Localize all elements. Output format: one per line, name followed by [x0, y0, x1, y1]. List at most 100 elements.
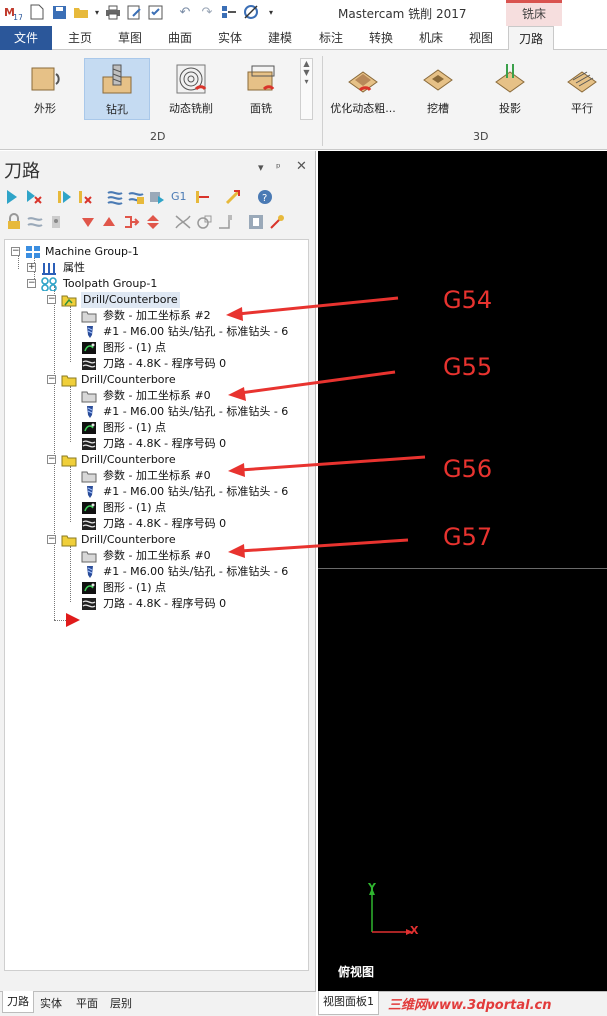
- parallel-label: 平行: [571, 102, 593, 115]
- project-button[interactable]: 投影: [477, 58, 543, 120]
- tree-geometry[interactable]: 图形 - (1) 点: [81, 420, 231, 436]
- tab-solids[interactable]: 实体: [210, 26, 250, 50]
- tree-params[interactable]: 参数 - 加工坐标系 #0: [81, 388, 291, 404]
- tree-tool[interactable]: #1 - M6.00 钻头/钻孔 - 标准钻头 - 6: [81, 564, 301, 580]
- save-icon[interactable]: [50, 3, 68, 21]
- tree-toolpath[interactable]: 刀路 - 4.8K - 程序号码 0: [81, 516, 281, 532]
- collapse-toggle[interactable]: −: [27, 279, 36, 288]
- face-mill-button[interactable]: 面铣: [228, 58, 294, 120]
- dynamic-mill-button[interactable]: 动态铣削: [158, 58, 224, 120]
- tree-toolpath-group[interactable]: − Toolpath Group-1: [27, 276, 227, 292]
- help-icon[interactable]: ?: [256, 188, 274, 206]
- move-down-icon[interactable]: [79, 213, 97, 231]
- tool-manager-icon[interactable]: [247, 213, 265, 231]
- tab-toolpaths[interactable]: 刀路: [508, 26, 554, 51]
- new-file-icon[interactable]: [28, 3, 46, 21]
- tree-toolpath[interactable]: 刀路 - 4.8K - 程序号码 0: [81, 356, 281, 372]
- toggle-display-icon[interactable]: [26, 213, 44, 231]
- tree-geometry[interactable]: 图形 - (1) 点: [81, 580, 231, 596]
- tree-params[interactable]: 参数 - 加工坐标系 #0: [81, 548, 291, 564]
- tab-view[interactable]: 视图: [461, 26, 501, 50]
- customize-qat-icon[interactable]: ▾: [262, 3, 280, 21]
- tab-transform[interactable]: 转换: [361, 26, 401, 50]
- undo-icon[interactable]: ↶: [176, 3, 194, 21]
- panel-tab-toolpaths[interactable]: 刀路: [2, 991, 34, 1013]
- select-all-operations-icon[interactable]: [5, 188, 23, 206]
- redo-icon[interactable]: ↷: [198, 3, 216, 21]
- parallel-button[interactable]: 平行: [549, 58, 607, 120]
- tree-params[interactable]: 参数 - 加工坐标系 #2: [81, 308, 291, 324]
- tree-operation-3[interactable]: − Drill/Counterbore: [47, 452, 247, 468]
- optimized-rough-label: 优化动态粗...: [330, 102, 396, 115]
- tree-tool[interactable]: #1 - M6.00 钻头/钻孔 - 标准钻头 - 6: [81, 404, 301, 420]
- window-title: Mastercam 铣削 2017: [338, 7, 467, 21]
- optimized-rough-button[interactable]: 优化动态粗...: [330, 58, 396, 120]
- tree-operation-1[interactable]: − Drill/Counterbore: [47, 292, 247, 308]
- contour-button[interactable]: 外形: [12, 58, 78, 120]
- regenerate-dirty-icon[interactable]: [76, 188, 94, 206]
- tree-operation-4[interactable]: − Drill/Counterbore: [47, 532, 247, 548]
- tab-model-prep[interactable]: 建模: [260, 26, 300, 50]
- hide-entities-icon[interactable]: [242, 3, 260, 21]
- drill-button[interactable]: 钻孔: [84, 58, 150, 120]
- settings-icon[interactable]: [268, 213, 286, 231]
- g1-post-icon[interactable]: G1: [171, 188, 189, 206]
- toggle-post-icon[interactable]: [48, 213, 66, 231]
- tab-home[interactable]: 主页: [60, 26, 100, 50]
- insert-arrow-marker-icon[interactable]: [65, 612, 81, 628]
- tree-operation-2[interactable]: − Drill/Counterbore: [47, 372, 247, 388]
- tree-toolpath[interactable]: 刀路 - 4.8K - 程序号码 0: [81, 596, 281, 612]
- axis-x-label: X: [410, 924, 419, 937]
- highspeed-icon[interactable]: [224, 188, 242, 206]
- move-up-icon[interactable]: [100, 213, 118, 231]
- tree-toolpath[interactable]: 刀路 - 4.8K - 程序号码 0: [81, 436, 281, 452]
- panel-menu-dropdown-icon[interactable]: ▾: [258, 161, 264, 174]
- tab-file[interactable]: 文件: [0, 26, 52, 50]
- toggle-toolpath-display-icon[interactable]: [174, 213, 192, 231]
- contour-icon: [28, 62, 62, 96]
- close-icon[interactable]: ✕: [296, 159, 307, 174]
- tree-machine-group[interactable]: − Machine Group-1: [11, 244, 211, 260]
- show-tool-icon[interactable]: [216, 213, 234, 231]
- expand-toggle[interactable]: +: [27, 263, 36, 272]
- deselect-all-icon[interactable]: [25, 188, 43, 206]
- tree-tool[interactable]: #1 - M6.00 钻头/钻孔 - 标准钻头 - 6: [81, 484, 301, 500]
- panel-tab-levels[interactable]: 层别: [110, 995, 132, 1011]
- post-selected-icon[interactable]: [193, 188, 211, 206]
- collapse-toggle[interactable]: −: [47, 455, 56, 464]
- panel-tab-planes[interactable]: 平面: [76, 995, 98, 1011]
- regenerate-all-icon[interactable]: [55, 188, 73, 206]
- collapse-toggle[interactable]: −: [47, 295, 56, 304]
- graphics-viewport[interactable]: Y X 俯视图: [318, 151, 607, 991]
- collapse-toggle[interactable]: −: [47, 535, 56, 544]
- tab-sketch[interactable]: 草图: [110, 26, 150, 50]
- backplot-icon[interactable]: [127, 188, 145, 206]
- tree-geometry[interactable]: 图形 - (1) 点: [81, 340, 231, 356]
- verify-selected-icon[interactable]: [106, 188, 124, 206]
- collapse-toggle[interactable]: −: [47, 375, 56, 384]
- show-stock-icon[interactable]: [195, 213, 213, 231]
- edit-document-icon[interactable]: [125, 3, 143, 21]
- simulate-icon[interactable]: [148, 188, 166, 206]
- collapse-toggle[interactable]: −: [11, 247, 20, 256]
- viewsheet-tab[interactable]: 视图面板1: [318, 991, 379, 1015]
- checklist-icon[interactable]: [146, 3, 164, 21]
- pin-icon[interactable]: ᵖ: [276, 161, 281, 174]
- tab-machine[interactable]: 机床: [411, 26, 451, 50]
- print-icon[interactable]: [104, 3, 122, 21]
- pocket-3d-button[interactable]: 挖槽: [405, 58, 471, 120]
- tree-tool[interactable]: #1 - M6.00 钻头/钻孔 - 标准钻头 - 6: [81, 324, 301, 340]
- tab-surfaces[interactable]: 曲面: [160, 26, 200, 50]
- insert-after-icon[interactable]: [122, 213, 140, 231]
- tree-properties[interactable]: + 属性: [27, 260, 127, 276]
- tree-params[interactable]: 参数 - 加工坐标系 #0: [81, 468, 291, 484]
- lock-icon[interactable]: [5, 213, 23, 231]
- gallery-scroll[interactable]: ▲ ▼ ▾: [300, 58, 313, 120]
- insert-arrow-icon[interactable]: [144, 213, 162, 231]
- panel-tab-solids[interactable]: 实体: [40, 995, 62, 1011]
- tree-geometry[interactable]: 图形 - (1) 点: [81, 500, 231, 516]
- face-mill-icon: [244, 62, 278, 96]
- tab-drafting[interactable]: 标注: [311, 26, 351, 50]
- level-manager-icon[interactable]: [220, 3, 238, 21]
- pocket-3d-label: 挖槽: [427, 102, 449, 115]
